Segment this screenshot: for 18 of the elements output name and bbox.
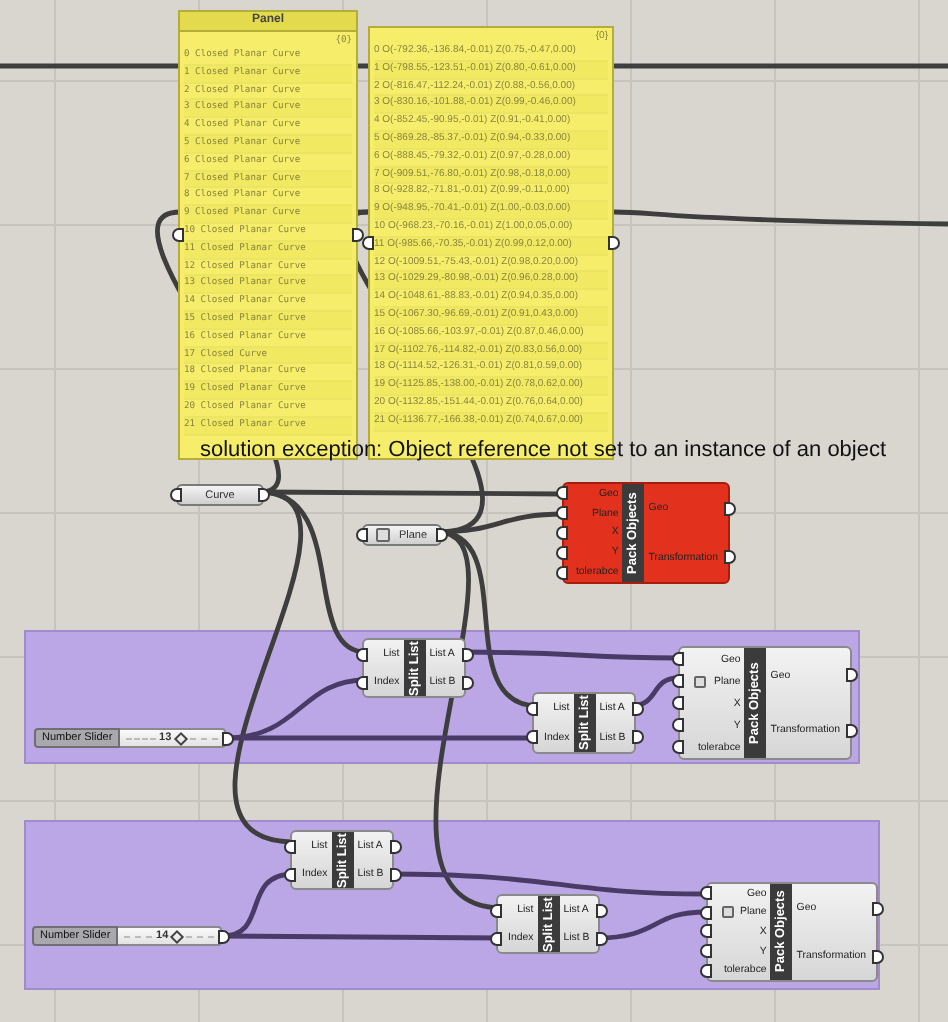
output-grip[interactable]	[258, 488, 270, 502]
output-grip[interactable]	[724, 501, 736, 516]
output-grip[interactable]	[352, 228, 364, 242]
output-grip[interactable]	[436, 528, 448, 542]
output-grip[interactable]	[846, 668, 858, 683]
input-grip[interactable]	[362, 236, 374, 250]
error-message: solution exception: Object reference not set to an instance of an object	[200, 438, 887, 462]
menu-icon[interactable]	[376, 528, 391, 542]
output-grip[interactable]	[872, 901, 884, 915]
output-grip[interactable]	[724, 550, 736, 565]
menu-icon[interactable]	[694, 675, 706, 687]
menu-icon[interactable]	[722, 906, 734, 919]
output-grip[interactable]	[846, 723, 858, 738]
input-grip[interactable]	[356, 528, 368, 542]
input-grip[interactable]	[172, 228, 184, 242]
input-grip[interactable]	[170, 488, 182, 502]
output-grip[interactable]	[608, 236, 620, 250]
output-grip[interactable]	[872, 949, 884, 963]
